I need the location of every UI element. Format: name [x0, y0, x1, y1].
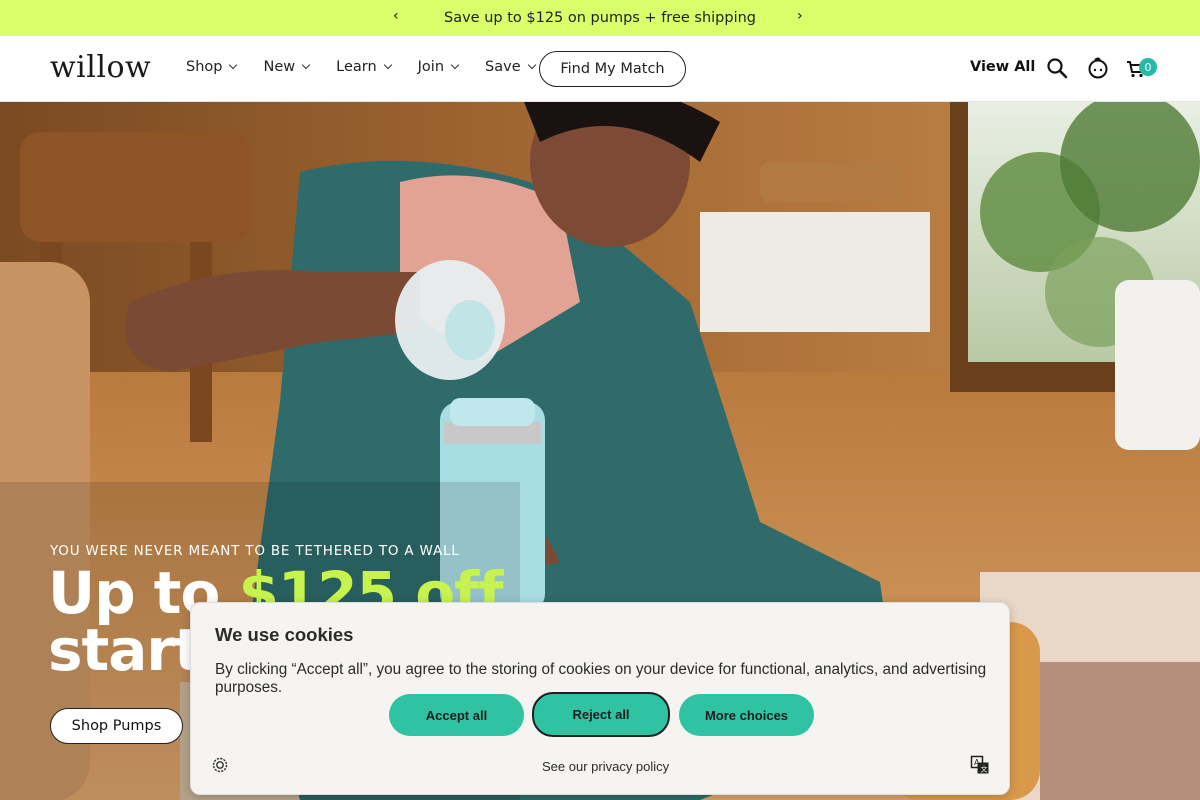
- chevron-down-icon: [450, 60, 460, 70]
- cookie-title: We use cookies: [215, 624, 354, 645]
- nav-new[interactable]: New: [263, 59, 311, 75]
- account-icon[interactable]: [1087, 56, 1109, 85]
- search-icon[interactable]: [1046, 57, 1068, 84]
- hero-eyebrow: YOU WERE NEVER MEANT TO BE TETHERED TO A…: [50, 543, 460, 559]
- nav-shop[interactable]: Shop: [186, 59, 238, 75]
- accept-all-button[interactable]: Accept all: [389, 694, 524, 736]
- promo-bar: ‹ Save up to $125 on pumps + free shippi…: [0, 0, 1200, 36]
- view-all-link[interactable]: View All: [970, 59, 1035, 75]
- chevron-down-icon: [301, 60, 311, 70]
- settings-icon[interactable]: [211, 756, 229, 779]
- nav-label: Shop: [186, 59, 223, 75]
- nav-save[interactable]: Save: [485, 59, 536, 75]
- reject-all-button[interactable]: Reject all: [532, 692, 670, 737]
- promo-text: Save up to $125 on pumps + free shipping: [444, 10, 756, 26]
- site-header: willow Shop New Learn Join Save Find My …: [0, 36, 1200, 102]
- shop-pumps-button[interactable]: Shop Pumps: [50, 708, 183, 744]
- svg-text:A: A: [974, 758, 980, 767]
- more-choices-button[interactable]: More choices: [679, 694, 814, 736]
- nav-label: Save: [485, 59, 521, 75]
- chevron-down-icon: [527, 60, 536, 70]
- nav-join[interactable]: Join: [417, 59, 460, 75]
- svg-text:文: 文: [981, 765, 988, 774]
- logo[interactable]: willow: [50, 50, 151, 85]
- nav-label: New: [263, 59, 296, 75]
- cookie-banner: We use cookies By clicking “Accept all”,…: [190, 602, 1010, 795]
- nav-label: Learn: [336, 59, 377, 75]
- cart-count-badge: 0: [1139, 58, 1157, 76]
- nav-learn[interactable]: Learn: [336, 59, 392, 75]
- privacy-policy-link[interactable]: See our privacy policy: [542, 759, 669, 774]
- language-icon[interactable]: A文: [970, 755, 990, 780]
- chevron-down-icon: [383, 60, 392, 70]
- chevron-right-icon[interactable]: ›: [797, 8, 803, 24]
- nav-label: Join: [417, 59, 445, 75]
- main-nav: Shop New Learn Join Save: [186, 59, 562, 75]
- find-my-match-button[interactable]: Find My Match: [539, 51, 686, 87]
- chevron-left-icon[interactable]: ‹: [393, 8, 399, 24]
- chevron-down-icon: [229, 60, 238, 70]
